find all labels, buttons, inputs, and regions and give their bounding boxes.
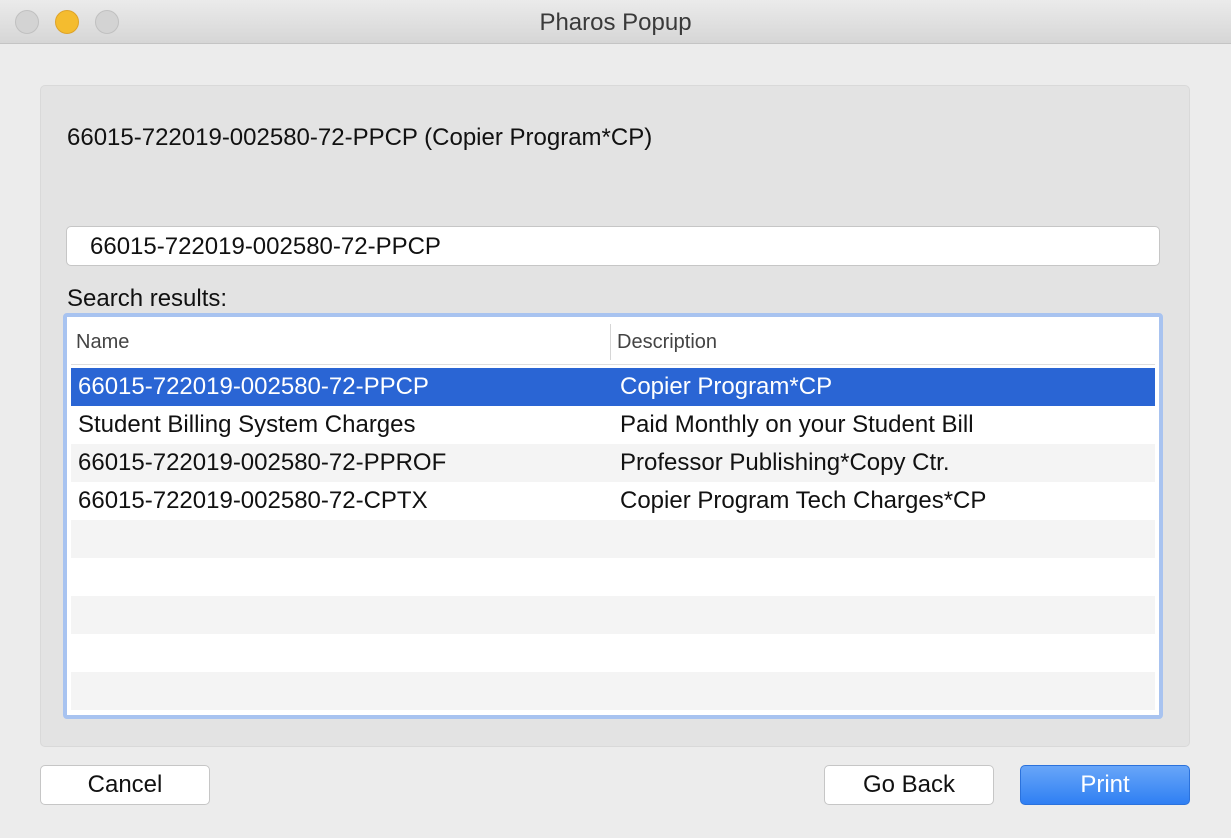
- row-description-cell: Paid Monthly on your Student Bill: [620, 411, 974, 438]
- empty-row: [71, 558, 1155, 596]
- selected-account-heading: 66015-722019-002580-72-PPCP (Copier Prog…: [67, 124, 653, 151]
- row-name-cell: 66015-722019-002580-72-PPCP: [78, 373, 429, 400]
- window-title: Pharos Popup: [539, 9, 692, 36]
- row-name-cell: 66015-722019-002580-72-CPTX: [78, 487, 428, 514]
- empty-row: [71, 634, 1155, 672]
- table-row[interactable]: 66015-722019-002580-72-CPTX Copier Progr…: [71, 482, 1155, 520]
- table-row[interactable]: Student Billing System Charges Paid Mont…: [71, 406, 1155, 444]
- column-divider[interactable]: [610, 324, 611, 360]
- row-description-cell: Copier Program*CP: [620, 373, 833, 400]
- table-body: Name Description 66015-722019-002580-72-…: [71, 320, 1155, 712]
- search-results-table[interactable]: Name Description 66015-722019-002580-72-…: [63, 313, 1163, 719]
- title-bar: Pharos Popup: [0, 0, 1231, 44]
- column-header-description[interactable]: Description: [617, 331, 717, 354]
- row-name-cell: Student Billing System Charges: [78, 411, 416, 438]
- table-header: Name Description: [71, 320, 1155, 365]
- search-input[interactable]: 66015-722019-002580-72-PPCP: [66, 226, 1160, 266]
- empty-row: [71, 520, 1155, 558]
- empty-row: [71, 596, 1155, 634]
- go-back-button[interactable]: Go Back: [824, 765, 994, 805]
- column-header-name[interactable]: Name: [76, 331, 129, 354]
- table-row[interactable]: 66015-722019-002580-72-PPROF Professor P…: [71, 444, 1155, 482]
- row-description-cell: Professor Publishing*Copy Ctr.: [620, 449, 950, 476]
- search-results-label: Search results:: [67, 285, 228, 312]
- table-row[interactable]: 66015-722019-002580-72-PPCP Copier Progr…: [71, 368, 1155, 406]
- print-button[interactable]: Print: [1020, 765, 1190, 805]
- cancel-button[interactable]: Cancel: [40, 765, 210, 805]
- row-description-cell: Copier Program Tech Charges*CP: [620, 487, 987, 514]
- row-name-cell: 66015-722019-002580-72-PPROF: [78, 449, 447, 476]
- pharos-popup-window: Pharos Popup 66015-722019-002580-72-PPCP…: [0, 0, 1231, 838]
- empty-row: [71, 672, 1155, 710]
